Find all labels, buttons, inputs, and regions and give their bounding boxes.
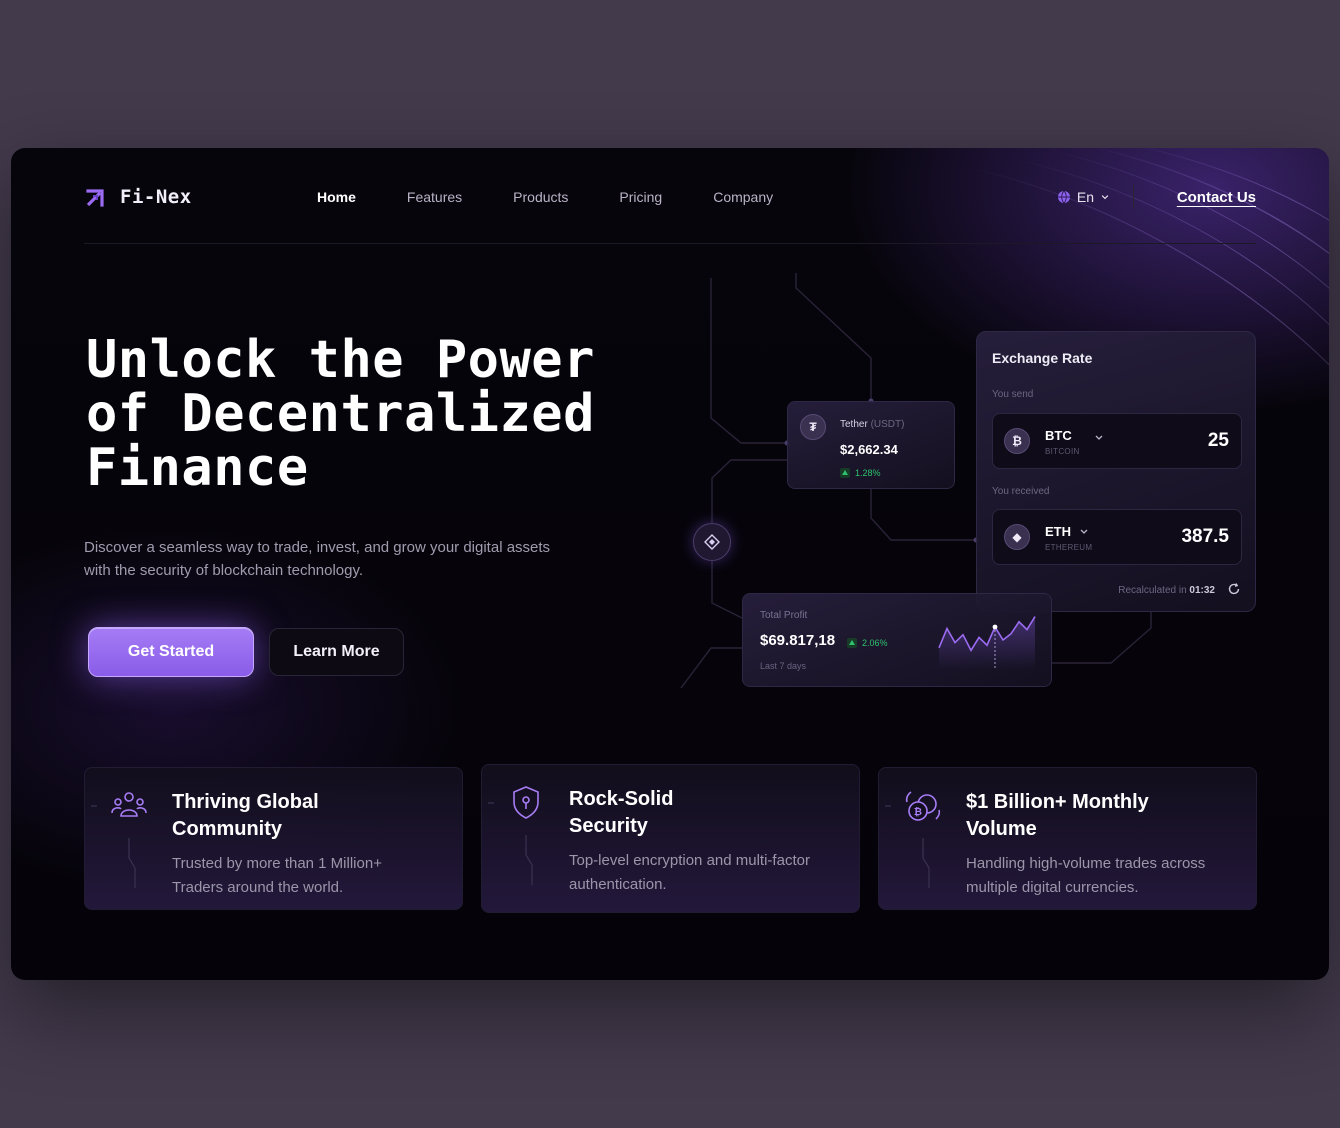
coins-exchange-icon: ₿: [905, 791, 941, 821]
nav-products[interactable]: Products: [513, 189, 568, 205]
feature-card-community: Thriving Global Community Trusted by mor…: [84, 767, 463, 910]
landing-page: Fi-Nex Home Features Products Pricing Co…: [11, 148, 1329, 980]
profit-change-value: 2.06%: [862, 638, 888, 648]
tether-name: Tether (USDT): [840, 419, 904, 430]
hero-subtitle: Discover a seamless way to trade, invest…: [84, 539, 551, 579]
nav-home[interactable]: Home: [317, 189, 356, 205]
hero-title-line-1: Unlock the Power: [86, 330, 595, 390]
nav-company[interactable]: Company: [713, 189, 773, 205]
hero-title: Unlock the Power of Decentralized Financ…: [86, 333, 686, 495]
learn-more-button[interactable]: Learn More: [269, 628, 404, 676]
chevron-down-icon: [1080, 529, 1088, 534]
receive-symbol: ETH: [1045, 524, 1071, 539]
recalc-time: 01:32: [1189, 585, 1215, 596]
sparkline-highlight-point: [992, 624, 998, 630]
tether-change: 1.28%: [840, 468, 881, 478]
svg-text:₿: ₿: [914, 806, 922, 818]
get-started-button[interactable]: Get Started: [88, 627, 254, 677]
tether-name-label: Tether: [840, 419, 868, 430]
receive-field[interactable]: ◆ ETH ETHEREUM 387.5: [992, 509, 1242, 565]
profit-value: $69.817,18: [760, 632, 836, 649]
trend-up-icon: [840, 468, 850, 478]
tether-change-value: 1.28%: [855, 468, 881, 478]
receive-full-name: ETHEREUM: [1045, 543, 1093, 552]
recalculate-timer: Recalculated in 01:32: [1118, 585, 1215, 596]
send-full-name: BITCOIN: [1045, 447, 1080, 456]
you-send-label: You send: [992, 389, 1034, 400]
users-icon: [111, 792, 147, 817]
binance-node-icon: [693, 523, 731, 561]
tether-coin-icon: ₮: [800, 414, 826, 440]
feature-title: $1 Billion+ Monthly Volume: [966, 791, 1149, 840]
shield-lock-icon: [513, 786, 539, 819]
total-profit-card: Total Profit $69.817,18 2.06% Last 7 day…: [742, 593, 1052, 687]
brand-name: Fi-Nex: [120, 186, 192, 208]
main-nav: Home Features Products Pricing Company: [317, 189, 824, 205]
receive-currency-select[interactable]: ETH: [1045, 524, 1089, 539]
diamond-icon: [704, 534, 720, 550]
feature-title: Thriving Global Community: [172, 791, 319, 840]
header-divider: [1133, 185, 1134, 209]
send-symbol: BTC: [1045, 428, 1072, 443]
bitcoin-icon: ₿: [1004, 428, 1030, 454]
exchange-rate-card: Exchange Rate You send ₿ BTC BITCOIN 25 …: [976, 331, 1256, 612]
send-currency-select[interactable]: BTC: [1045, 428, 1104, 443]
tether-price-card: ₮ Tether (USDT) $2,662.34 1.28%: [787, 401, 955, 489]
language-selector[interactable]: En: [1057, 189, 1110, 205]
top-nav-bar: Fi-Nex Home Features Products Pricing Co…: [84, 178, 1256, 216]
feature-title: Rock-Solid Security: [569, 788, 674, 837]
receive-amount: 387.5: [1181, 526, 1229, 547]
feature-description: Handling high-volume trades across multi…: [966, 855, 1206, 896]
feature-card-volume: ₿ $1 Billion+ Monthly Volume Handling hi…: [878, 767, 1257, 910]
feature-description: Top-level encryption and multi-factor au…: [569, 852, 810, 893]
arrow-up-right-icon: [86, 189, 104, 207]
feature-card-security: Rock-Solid Security Top-level encryption…: [481, 764, 860, 913]
exchange-title: Exchange Rate: [992, 350, 1093, 366]
feature-description: Trusted by more than 1 Million+ Traders …: [172, 855, 382, 896]
contact-us-link[interactable]: Contact Us: [1177, 189, 1256, 206]
you-received-label: You received: [992, 486, 1050, 497]
chevron-down-icon: [1095, 435, 1103, 440]
trend-up-icon: [847, 638, 857, 648]
profit-period: Last 7 days: [760, 661, 807, 671]
hero-title-line-2: of Decentralized: [86, 384, 595, 444]
brand-logo[interactable]: Fi-Nex: [84, 185, 192, 209]
hero-title-line-3: Finance: [86, 438, 309, 498]
nav-features[interactable]: Features: [407, 189, 462, 205]
nav-pricing[interactable]: Pricing: [619, 189, 662, 205]
header-divider-line: [84, 243, 1256, 244]
profit-change: 2.06%: [847, 638, 888, 648]
language-label: En: [1076, 189, 1094, 205]
tether-ticker: (USDT): [870, 419, 905, 430]
globe-icon: [1057, 190, 1070, 204]
chevron-down-icon: [1101, 195, 1109, 200]
send-amount[interactable]: 25: [1208, 430, 1229, 452]
profit-sparkline: [938, 616, 1036, 670]
recalc-prefix: Recalculated in: [1118, 585, 1187, 596]
send-field[interactable]: ₿ BTC BITCOIN 25: [992, 413, 1242, 469]
ethereum-icon: ◆: [1004, 524, 1030, 550]
refresh-icon[interactable]: [1227, 582, 1241, 596]
profit-label: Total Profit: [760, 610, 808, 621]
tether-price: $2,662.34: [840, 442, 898, 457]
